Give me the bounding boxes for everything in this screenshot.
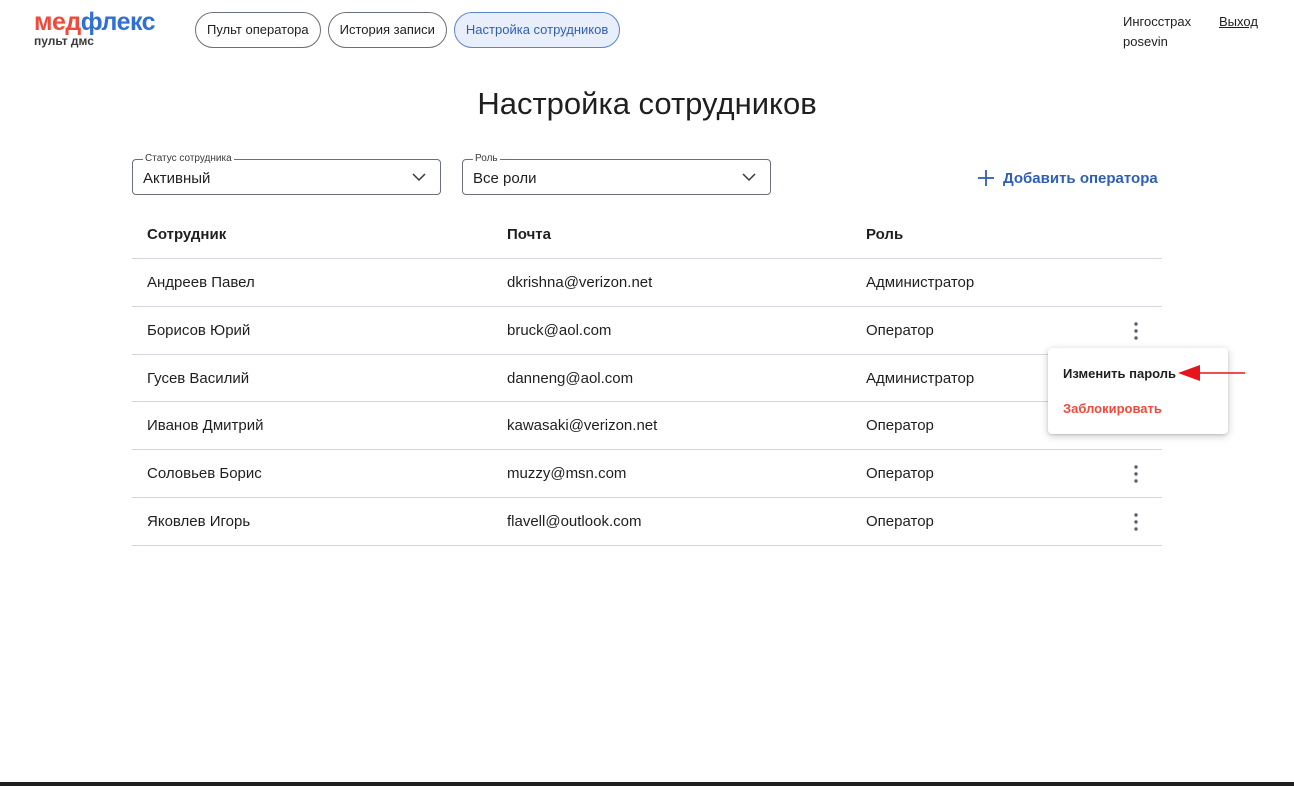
add-operator-label: Добавить оператора <box>1003 169 1158 187</box>
user-login: posevin <box>1123 34 1168 49</box>
logout-link[interactable]: Выход <box>1219 12 1258 32</box>
page-title: Настройка сотрудников <box>477 86 817 121</box>
chevron-down-icon <box>742 173 756 182</box>
logo-part-2: флекс <box>80 8 156 36</box>
row-actions-menu: Изменить пароль Заблокировать <box>1048 348 1228 434</box>
add-operator-button[interactable]: Добавить оператора <box>976 167 1158 189</box>
employee-name: Яковлев Игорь <box>147 512 251 530</box>
employee-name: Борисов Юрий <box>147 321 251 339</box>
header-email: Почта <box>507 226 551 243</box>
tab-booking-history[interactable]: История записи <box>327 12 447 48</box>
bottom-bar <box>0 782 1294 786</box>
kebab-menu-icon[interactable] <box>1126 462 1146 486</box>
employee-email: danneng@aol.com <box>507 369 634 387</box>
chevron-down-icon <box>412 173 426 182</box>
employee-email: kawasaki@verizon.net <box>507 417 658 435</box>
user-company: Ингосстрах <box>1123 14 1192 29</box>
employee-role: Оператор <box>866 321 934 339</box>
employee-email: muzzy@msn.com <box>507 465 627 483</box>
employee-email: dkrishna@verizon.net <box>507 274 653 291</box>
employee-role: Оператор <box>866 417 934 435</box>
employee-role: Оператор <box>866 512 934 530</box>
employee-name: Соловьев Борис <box>147 465 262 483</box>
employee-email: flavell@outlook.com <box>507 512 642 530</box>
table-row: Соловьев Борис muzzy@msn.com Оператор <box>132 450 1162 498</box>
employee-name: Андреев Павел <box>147 274 255 291</box>
table-row: Иванов Дмитрий kawasaki@verizon.net Операт… <box>132 402 1162 451</box>
employee-name: Гусев Василий <box>147 369 250 387</box>
user-info: Ингосстрах posevin <box>1123 12 1191 52</box>
role-select-label: Роль <box>473 153 500 165</box>
red-arrow-annotation <box>1178 365 1245 381</box>
change-password-item[interactable]: Изменить пароль <box>1063 366 1176 382</box>
employee-name: Иванов Дмитрий <box>147 417 264 435</box>
role-select-value: Все роли <box>473 170 537 187</box>
kebab-menu-icon[interactable] <box>1126 319 1146 343</box>
table-row: Андреев Павел dkrishna@verizon.net Админис… <box>132 259 1162 307</box>
logo-subtitle: пульт дмс <box>34 34 94 48</box>
table-row: Яковлев Игорь flavell@outlook.com Оператор <box>132 498 1162 546</box>
status-select[interactable]: Статус сотрудника Активный <box>132 153 441 195</box>
employee-role: Оператор <box>866 465 934 483</box>
employee-role: Администратор <box>866 274 975 291</box>
header-employee: Сотрудник <box>147 226 227 243</box>
tab-staff-settings[interactable]: Настройка сотрудников <box>453 12 621 48</box>
status-select-value: Активный <box>143 170 211 187</box>
table-header: Сотрудник Почта Роль <box>132 211 1162 259</box>
role-select[interactable]: Роль Все роли <box>462 153 771 195</box>
employee-email: bruck@aol.com <box>507 321 612 339</box>
logo-wordmark: медфлекс <box>34 8 156 36</box>
logo-part-1: мед <box>34 8 81 36</box>
block-user-item[interactable]: Заблокировать <box>1063 401 1162 417</box>
staff-table: Сотрудник Почта Роль Андреев Павел dkrish… <box>132 211 1162 546</box>
plus-icon <box>978 170 994 186</box>
header-role: Роль <box>866 226 904 243</box>
status-select-label: Статус сотрудника <box>143 153 234 165</box>
logo[interactable]: медфлекс пульт дмс <box>34 8 156 48</box>
top-nav: Пульт оператора История записи Настройка… <box>195 12 621 48</box>
table-row: Борисов Юрий bruck@aol.com Оператор <box>132 307 1162 355</box>
employee-role: Администратор <box>866 369 975 387</box>
table-row: Гусев Василий danneng@aol.com Администрато… <box>132 355 1162 403</box>
kebab-menu-icon[interactable] <box>1126 510 1146 534</box>
tab-operator-console[interactable]: Пульт оператора <box>195 12 321 48</box>
